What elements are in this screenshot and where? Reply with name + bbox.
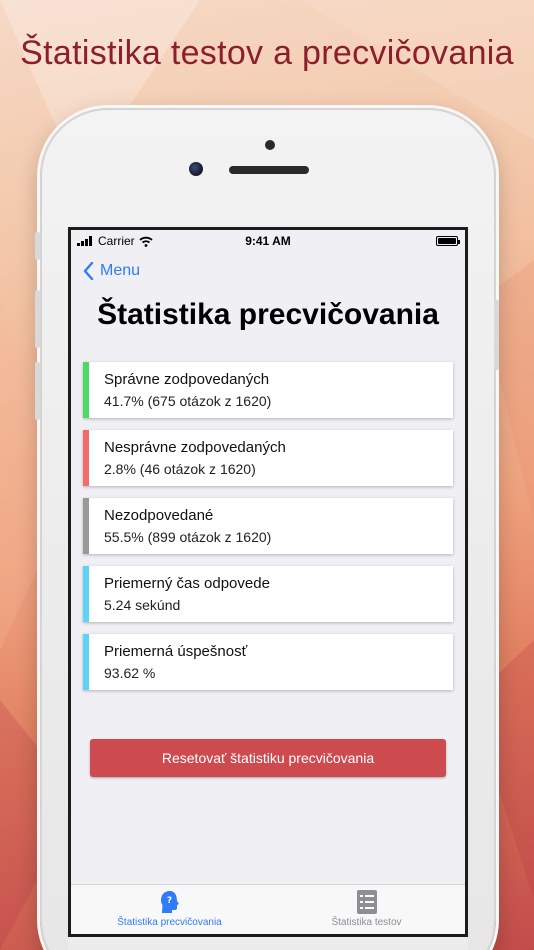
stat-value: 55.5% (899 otázok z 1620) xyxy=(104,529,272,545)
stat-label: Správne zodpovedaných xyxy=(104,371,270,388)
back-button-label: Menu xyxy=(100,262,141,279)
list-icon xyxy=(356,890,377,914)
stat-label: Nezodpovedané xyxy=(104,507,214,524)
back-button[interactable]: Menu xyxy=(83,262,140,280)
battery-icon xyxy=(436,236,460,246)
proximity-sensor xyxy=(265,140,275,150)
volume-down-button xyxy=(35,362,40,420)
head-question-icon: ? xyxy=(160,891,179,913)
tab-test-stats[interactable]: Štatistika testov xyxy=(268,885,465,934)
svg-text:?: ? xyxy=(166,896,171,906)
stat-value: 2.8% (46 otázok z 1620) xyxy=(104,461,256,477)
stat-card-incorrect: Nesprávne zodpovedaných 2.8% (46 otázok … xyxy=(83,430,453,486)
stat-value: 41.7% (675 otázok z 1620) xyxy=(104,393,272,409)
front-camera xyxy=(189,162,203,176)
tab-practice-stats[interactable]: ? Štatistika precvičovania xyxy=(71,885,268,934)
status-bar: Carrier 9:41 AM xyxy=(71,230,465,252)
earpiece-speaker xyxy=(229,166,309,174)
promo-title: Štatistika testov a precvičovania xyxy=(20,34,514,72)
reset-stats-button[interactable]: Resetovať štatistiku precvičovania xyxy=(90,739,446,777)
stat-value: 93.62 % xyxy=(104,665,156,681)
stats-list: Správne zodpovedaných 41.7% (675 otázok … xyxy=(83,362,453,702)
page-title: Štatistika precvičovania xyxy=(97,298,439,331)
stat-card-avg-success: Priemerná úspešnosť 93.62 % xyxy=(83,634,453,690)
tab-label: Štatistika precvičovania xyxy=(117,917,222,928)
tab-bar: ? Štatistika precvičovania Štatistika te… xyxy=(71,884,465,934)
power-button xyxy=(494,300,499,370)
volume-up-button xyxy=(35,290,40,348)
app-screen: Carrier 9:41 AM Menu Štatistika precvičo… xyxy=(68,227,468,937)
stat-card-unanswered: Nezodpovedané 55.5% (899 otázok z 1620) xyxy=(83,498,453,554)
tab-label: Štatistika testov xyxy=(331,917,402,928)
stat-value: 5.24 sekúnd xyxy=(104,597,181,613)
stat-label: Priemerná úspešnosť xyxy=(104,643,248,660)
stat-card-avg-time: Priemerný čas odpovede 5.24 sekúnd xyxy=(83,566,453,622)
stat-card-correct: Správne zodpovedaných 41.7% (675 otázok … xyxy=(83,362,453,418)
stat-label: Priemerný čas odpovede xyxy=(104,575,270,592)
status-time: 9:41 AM xyxy=(245,234,291,248)
phone-bottom xyxy=(68,937,468,950)
stat-label: Nesprávne zodpovedaných xyxy=(104,439,286,456)
chevron-left-icon xyxy=(83,262,94,280)
mute-switch xyxy=(35,232,40,260)
